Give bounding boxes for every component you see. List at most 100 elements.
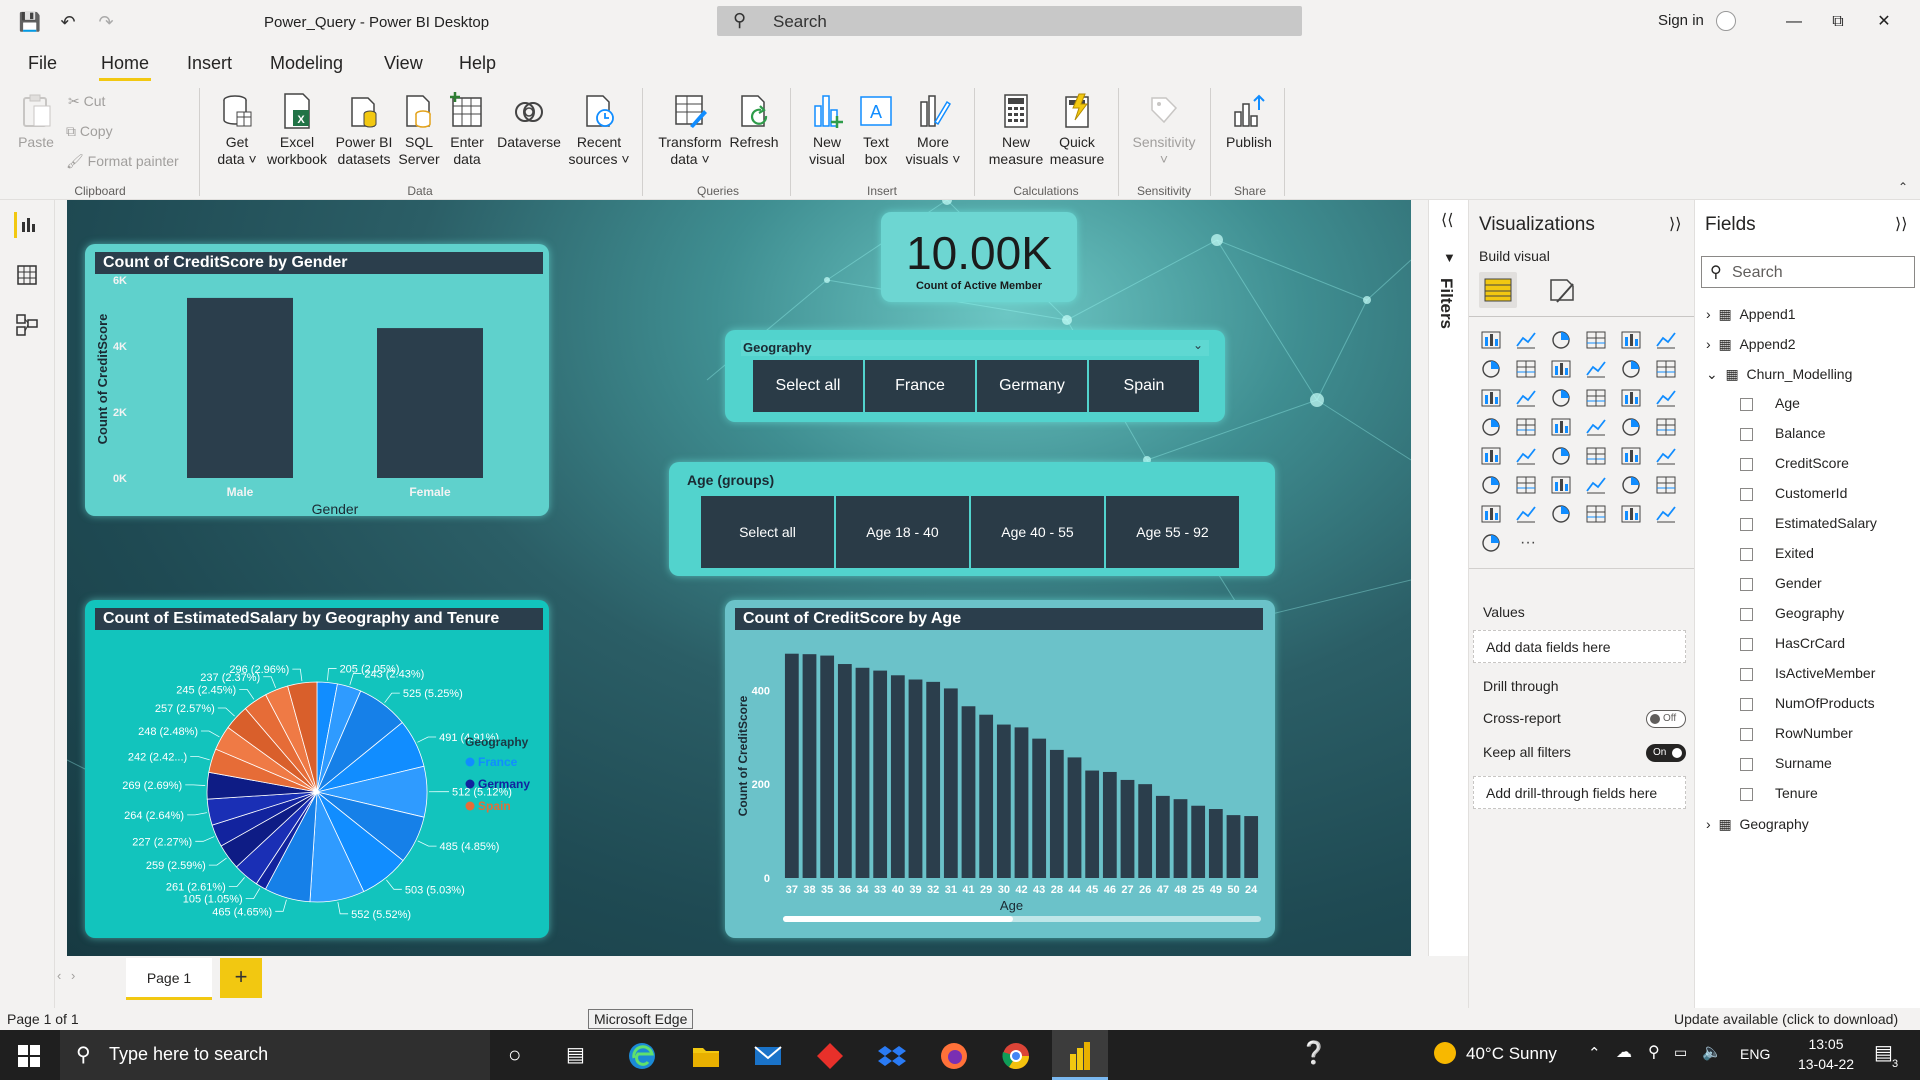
report-view-icon[interactable] [14,212,40,238]
help-icon[interactable]: ❔ [1300,1040,1327,1066]
table-churn-modelling[interactable]: ⌄ ▦ Churn_Modelling [1706,366,1852,388]
field-checkbox[interactable] [1740,667,1753,681]
field-checkbox[interactable] [1740,487,1753,501]
prev-page-icon[interactable]: ‹ [57,968,61,983]
sql-server-button[interactable]: SQL Server [396,92,442,168]
menu-file[interactable]: File [28,53,57,74]
field-checkbox[interactable] [1740,787,1753,801]
refresh-button[interactable]: Refresh [726,92,782,151]
menu-insert[interactable]: Insert [187,53,232,74]
field-hascrcard[interactable]: HasCrCard [1740,635,1845,657]
new-visual-button[interactable]: New visual [802,92,852,168]
menu-help[interactable]: Help [459,53,496,74]
field-checkbox[interactable] [1740,697,1753,711]
field-exited[interactable]: Exited [1740,545,1814,567]
data-view-icon[interactable] [14,262,40,288]
show-hidden-icons[interactable]: ⌃ [1588,1044,1601,1062]
chrome-icon[interactable] [1000,1040,1032,1072]
age-option-40-55[interactable]: Age 40 - 55 [971,496,1104,568]
geo-option-select-all[interactable]: Select all [753,360,863,412]
field-checkbox[interactable] [1740,607,1753,621]
page-tab-1[interactable]: Page 1 [126,958,212,1000]
age-option-18-40[interactable]: Age 18 - 40 [836,496,969,568]
mail-icon[interactable] [752,1040,784,1072]
redo-icon[interactable]: ↷ [94,10,118,34]
new-measure-button[interactable]: New measure [984,92,1048,168]
cloud-icon[interactable]: ☁ [1616,1042,1632,1062]
field-checkbox[interactable] [1740,397,1753,411]
microphone-icon[interactable]: ⚲ [1648,1042,1660,1062]
build-visual-tab[interactable] [1479,272,1517,308]
update-available-link[interactable]: Update available (click to download) [1674,1011,1898,1027]
geo-option-germany[interactable]: Germany [977,360,1087,412]
battery-icon[interactable]: ▭ [1674,1044,1687,1061]
cortana-icon[interactable]: ○ [508,1042,521,1068]
volume-icon[interactable]: 🔈 [1702,1042,1722,1062]
search-input[interactable]: ⚲ Search [717,6,1302,36]
weather-text[interactable]: 40°C Sunny [1466,1044,1557,1064]
sensitivity-button[interactable]: Sensitivity ˅ [1126,92,1202,168]
visual-type-gallery[interactable]: ··· [1479,328,1689,558]
field-checkbox[interactable] [1740,577,1753,591]
field-rownumber[interactable]: RowNumber [1740,725,1853,747]
minimize-icon[interactable]: — [1782,10,1806,34]
field-customerid[interactable]: CustomerId [1740,485,1847,507]
menu-view[interactable]: View [384,53,423,74]
avatar[interactable] [1716,11,1736,31]
power-bi-taskbar-button[interactable] [1052,1030,1108,1080]
cross-report-toggle[interactable]: Off [1646,710,1686,728]
table-append1[interactable]: › ▦ Append1 [1706,306,1796,328]
field-checkbox[interactable] [1740,517,1753,531]
windows-start-icon[interactable] [18,1045,40,1067]
field-balance[interactable]: Balance [1740,425,1826,447]
age-slicer[interactable]: Age (groups) Select all Age 18 - 40 Age … [669,462,1275,576]
dropbox-icon[interactable] [876,1040,908,1072]
field-checkbox[interactable] [1740,727,1753,741]
drill-through-well[interactable]: Add drill-through fields here [1473,776,1686,809]
undo-icon[interactable]: ↶ [56,10,80,34]
filters-label[interactable]: Filters [1436,278,1456,329]
cut-button[interactable]: ✂ Cut [68,93,105,110]
save-icon[interactable]: 💾 [18,10,42,34]
taskbar-search[interactable]: ⚲ Type here to search [60,1030,490,1080]
field-numofproducts[interactable]: NumOfProducts [1740,695,1875,717]
field-surname[interactable]: Surname [1740,755,1832,777]
field-gender[interactable]: Gender [1740,575,1822,597]
active-member-card[interactable]: 10.00K Count of Active Member [881,212,1077,302]
close-icon[interactable]: ✕ [1872,10,1896,34]
app-diamond-icon[interactable] [814,1040,846,1072]
excel-workbook-button[interactable]: X Excel workbook [262,92,332,168]
menu-modeling[interactable]: Modeling [270,53,343,74]
clock-date[interactable]: 13-04-22 [1790,1056,1862,1072]
firefox-icon[interactable] [938,1040,970,1072]
collapse-right-icon[interactable]: ⟩⟩ [1669,214,1681,234]
notification-icon[interactable]: ▤ [1874,1040,1893,1065]
keep-all-filters-toggle[interactable]: On [1646,744,1686,762]
age-option-55-92[interactable]: Age 55 - 92 [1106,496,1239,568]
geography-slicer[interactable]: Geography ⌄ Select all France Germany Sp… [725,330,1225,422]
paste-button[interactable]: Paste [14,92,58,151]
geo-option-spain[interactable]: Spain [1089,360,1199,412]
format-visual-tab[interactable] [1543,272,1581,308]
restore-icon[interactable]: ⧉ [1826,10,1850,34]
age-option-select-all[interactable]: Select all [701,496,834,568]
field-tenure[interactable]: Tenure [1740,785,1818,807]
task-view-icon[interactable]: ▤ [566,1042,585,1067]
collapse-left-icon[interactable]: ⟨⟨ [1441,210,1453,230]
gender-chart-tile[interactable]: Count of CreditScore by Gender 0K 2K 4K 6K M… [85,244,549,516]
enter-data-button[interactable]: Enter data [444,92,490,168]
geo-option-france[interactable]: France [865,360,975,412]
model-view-icon[interactable] [14,312,40,338]
clock-time[interactable]: 13:05 [1796,1036,1856,1052]
sign-in-link[interactable]: Sign in [1658,12,1704,29]
fields-search-input[interactable]: ⚲ Search [1701,256,1915,288]
salary-pie-tile[interactable]: Count of EstimatedSalary by Geography an… [85,600,549,938]
quick-measure-button[interactable]: Quick measure [1048,92,1106,168]
transform-data-button[interactable]: Transform data ˅ [654,92,726,168]
age-chart-tile[interactable]: Count of CreditScore by Age 0 200 400 37 38 3… [725,600,1275,938]
format-painter-button[interactable]: 🖌 Format painter [66,153,179,170]
get-data-button[interactable]: Get data ˅ [212,92,262,168]
recent-sources-button[interactable]: Recent sources ˅ [566,92,632,168]
table-append2[interactable]: › ▦ Append2 [1706,336,1796,358]
field-checkbox[interactable] [1740,637,1753,651]
